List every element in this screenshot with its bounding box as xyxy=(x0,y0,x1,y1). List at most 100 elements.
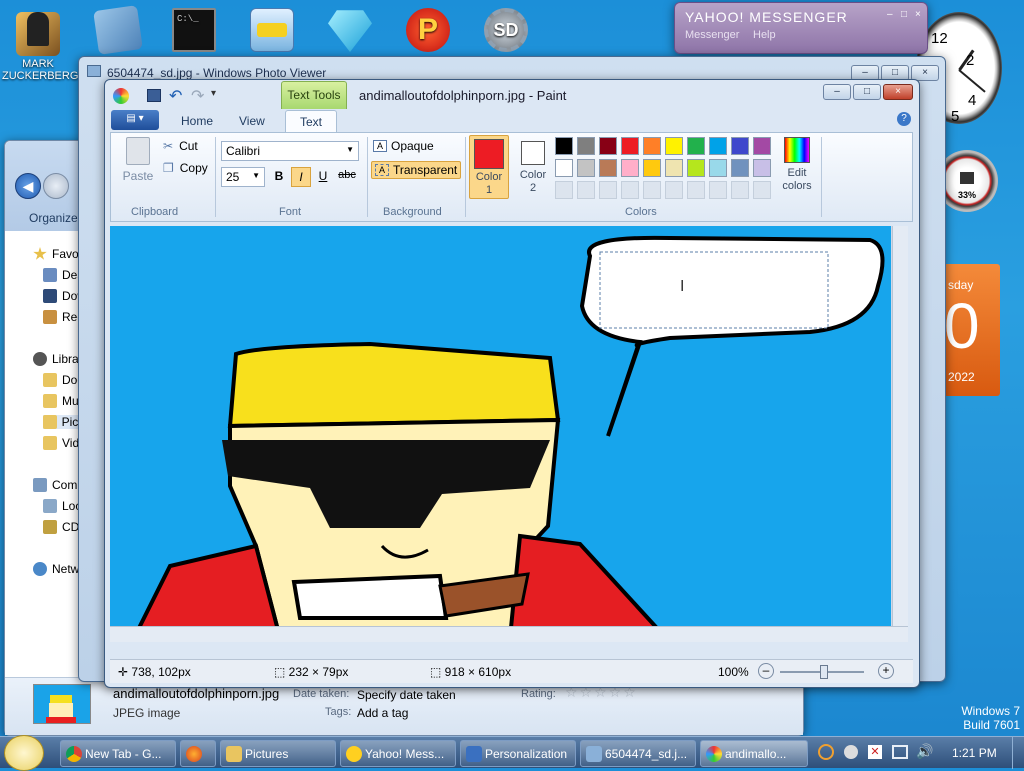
copy-label: Copy xyxy=(179,161,208,175)
taskbar-item-pictures[interactable]: Pictures xyxy=(220,740,336,767)
palette-swatch[interactable] xyxy=(731,181,749,199)
canvas-scroll-area[interactable]: I xyxy=(110,226,908,642)
volume-tray-icon[interactable]: 🔊 xyxy=(916,743,933,760)
palette-swatch[interactable] xyxy=(687,137,705,155)
transparent-button[interactable]: A Transparent xyxy=(371,161,462,179)
palette-swatch[interactable] xyxy=(731,159,749,177)
zoom-slider-thumb[interactable] xyxy=(820,665,828,679)
palette-swatch[interactable] xyxy=(621,159,639,177)
start-button[interactable] xyxy=(4,735,44,771)
tab-home[interactable]: Home xyxy=(167,110,227,132)
underline-button[interactable]: U xyxy=(313,167,333,187)
messenger-minimize-button[interactable]: – xyxy=(887,9,893,20)
back-button[interactable]: ◀ xyxy=(15,173,41,199)
forward-button[interactable] xyxy=(43,173,69,199)
maximize-button[interactable]: □ xyxy=(853,84,881,100)
taskbar-item-firefox[interactable] xyxy=(180,740,216,767)
desktop-icon-sd[interactable]: SD xyxy=(470,8,542,54)
palette-swatch[interactable] xyxy=(577,137,595,155)
copy-button[interactable]: ❐ Copy xyxy=(163,161,208,175)
palette-swatch[interactable] xyxy=(599,137,617,155)
details-date-value[interactable]: Specify date taken xyxy=(357,688,456,702)
font-family-select[interactable]: Calibri ▼ xyxy=(221,141,359,161)
drawing-canvas[interactable] xyxy=(110,226,891,638)
font-size-select[interactable]: 25 ▼ xyxy=(221,167,265,187)
palette-swatch[interactable] xyxy=(665,181,683,199)
taskbar-item-chrome[interactable]: New Tab - G... xyxy=(60,740,176,767)
taskbar-item-yahoo[interactable]: Yahoo! Mess... xyxy=(340,740,456,767)
photo-viewer-icon xyxy=(87,65,101,77)
cut-button[interactable]: ✂ Cut xyxy=(163,139,198,153)
palette-swatch[interactable] xyxy=(753,137,771,155)
zoom-in-button[interactable]: + xyxy=(878,663,894,679)
messenger-menu-help[interactable]: Help xyxy=(753,29,776,41)
paint-menu-button[interactable]: ▤ ▾ xyxy=(111,110,159,130)
network-tray-icon[interactable] xyxy=(892,745,908,759)
close-button[interactable]: × xyxy=(883,84,913,100)
palette-swatch[interactable] xyxy=(577,159,595,177)
help-icon[interactable]: ? xyxy=(897,112,911,126)
messenger-menu-messenger[interactable]: Messenger xyxy=(685,29,739,41)
palette-swatch[interactable] xyxy=(599,181,617,199)
opaque-button[interactable]: A Opaque xyxy=(373,139,434,153)
action-center-tray-icon[interactable]: ✕ xyxy=(868,745,882,759)
palette-swatch[interactable] xyxy=(643,137,661,155)
desktop-icon-user-folder[interactable]: MARK ZUCKERBERG xyxy=(2,8,78,82)
desktop-icon-p-app[interactable]: P xyxy=(392,8,464,54)
palette-swatch[interactable] xyxy=(731,137,749,155)
palette-swatch[interactable] xyxy=(665,137,683,155)
color2-button[interactable]: Color 2 xyxy=(513,135,553,199)
palette-swatch[interactable] xyxy=(687,181,705,199)
redo-icon[interactable]: ↷ xyxy=(191,86,204,106)
palette-swatch[interactable] xyxy=(621,181,639,199)
vertical-scrollbar[interactable] xyxy=(892,226,908,642)
horizontal-scrollbar[interactable] xyxy=(110,626,908,642)
desktop-icon-diamond[interactable] xyxy=(314,8,386,54)
palette-swatch[interactable] xyxy=(555,137,573,155)
desktop-icon-cmd[interactable]: C:\_ xyxy=(158,8,230,54)
zoom-out-button[interactable]: – xyxy=(758,663,774,679)
customize-quick-access-icon[interactable]: ▾ xyxy=(211,88,216,99)
palette-swatch[interactable] xyxy=(643,181,661,199)
minus-tray-icon[interactable] xyxy=(844,745,858,759)
quick-access-save-icon[interactable] xyxy=(147,89,161,102)
taskbar-clock[interactable]: 1:21 PM xyxy=(952,746,997,760)
bold-button[interactable]: B xyxy=(269,167,289,187)
palette-swatch[interactable] xyxy=(577,181,595,199)
minimize-button[interactable]: – xyxy=(823,84,851,100)
details-tags-value[interactable]: Add a tag xyxy=(357,706,408,720)
desktop-icon-drive[interactable] xyxy=(236,8,308,54)
messenger-maximize-button[interactable]: □ xyxy=(901,9,907,20)
palette-swatch[interactable] xyxy=(709,181,727,199)
undo-icon[interactable]: ↶ xyxy=(169,86,182,106)
palette-swatch[interactable] xyxy=(687,159,705,177)
taskbar-item-paint[interactable]: andimallo... xyxy=(700,740,808,767)
palette-swatch[interactable] xyxy=(555,181,573,199)
tab-text[interactable]: Text xyxy=(285,110,338,132)
italic-button[interactable]: I xyxy=(291,167,311,187)
desktop-icon-notes[interactable] xyxy=(82,5,154,55)
palette-swatch[interactable] xyxy=(555,159,573,177)
search-tray-icon[interactable] xyxy=(818,744,834,760)
tab-view[interactable]: View xyxy=(225,110,279,132)
palette-swatch[interactable] xyxy=(753,181,771,199)
paint-window[interactable]: ↶ ↷ ▾ Text Tools andimalloutofdolphinpor… xyxy=(104,79,920,688)
palette-swatch[interactable] xyxy=(621,137,639,155)
show-desktop-button[interactable] xyxy=(1012,737,1024,769)
palette-swatch[interactable] xyxy=(599,159,617,177)
hair xyxy=(227,341,561,429)
calendar-gadget[interactable]: sday 0 2022 xyxy=(944,264,1000,396)
taskbar-item-personalization[interactable]: Personalization xyxy=(460,740,576,767)
palette-swatch[interactable] xyxy=(709,159,727,177)
edit-colors-button[interactable]: Edit colors xyxy=(775,135,819,199)
palette-swatch[interactable] xyxy=(643,159,661,177)
taskbar-item-photo-viewer[interactable]: 6504474_sd.j... xyxy=(580,740,696,767)
palette-swatch[interactable] xyxy=(709,137,727,155)
messenger-close-button[interactable]: × xyxy=(915,9,921,20)
palette-swatch[interactable] xyxy=(665,159,683,177)
paste-button[interactable]: Paste xyxy=(117,137,159,193)
yahoo-messenger-window[interactable]: YAHOO! MESSENGER Messenger Help – □ × xyxy=(674,2,928,54)
palette-swatch[interactable] xyxy=(753,159,771,177)
strikethrough-button[interactable]: abc xyxy=(335,167,359,187)
color1-button[interactable]: Color 1 xyxy=(469,135,509,199)
